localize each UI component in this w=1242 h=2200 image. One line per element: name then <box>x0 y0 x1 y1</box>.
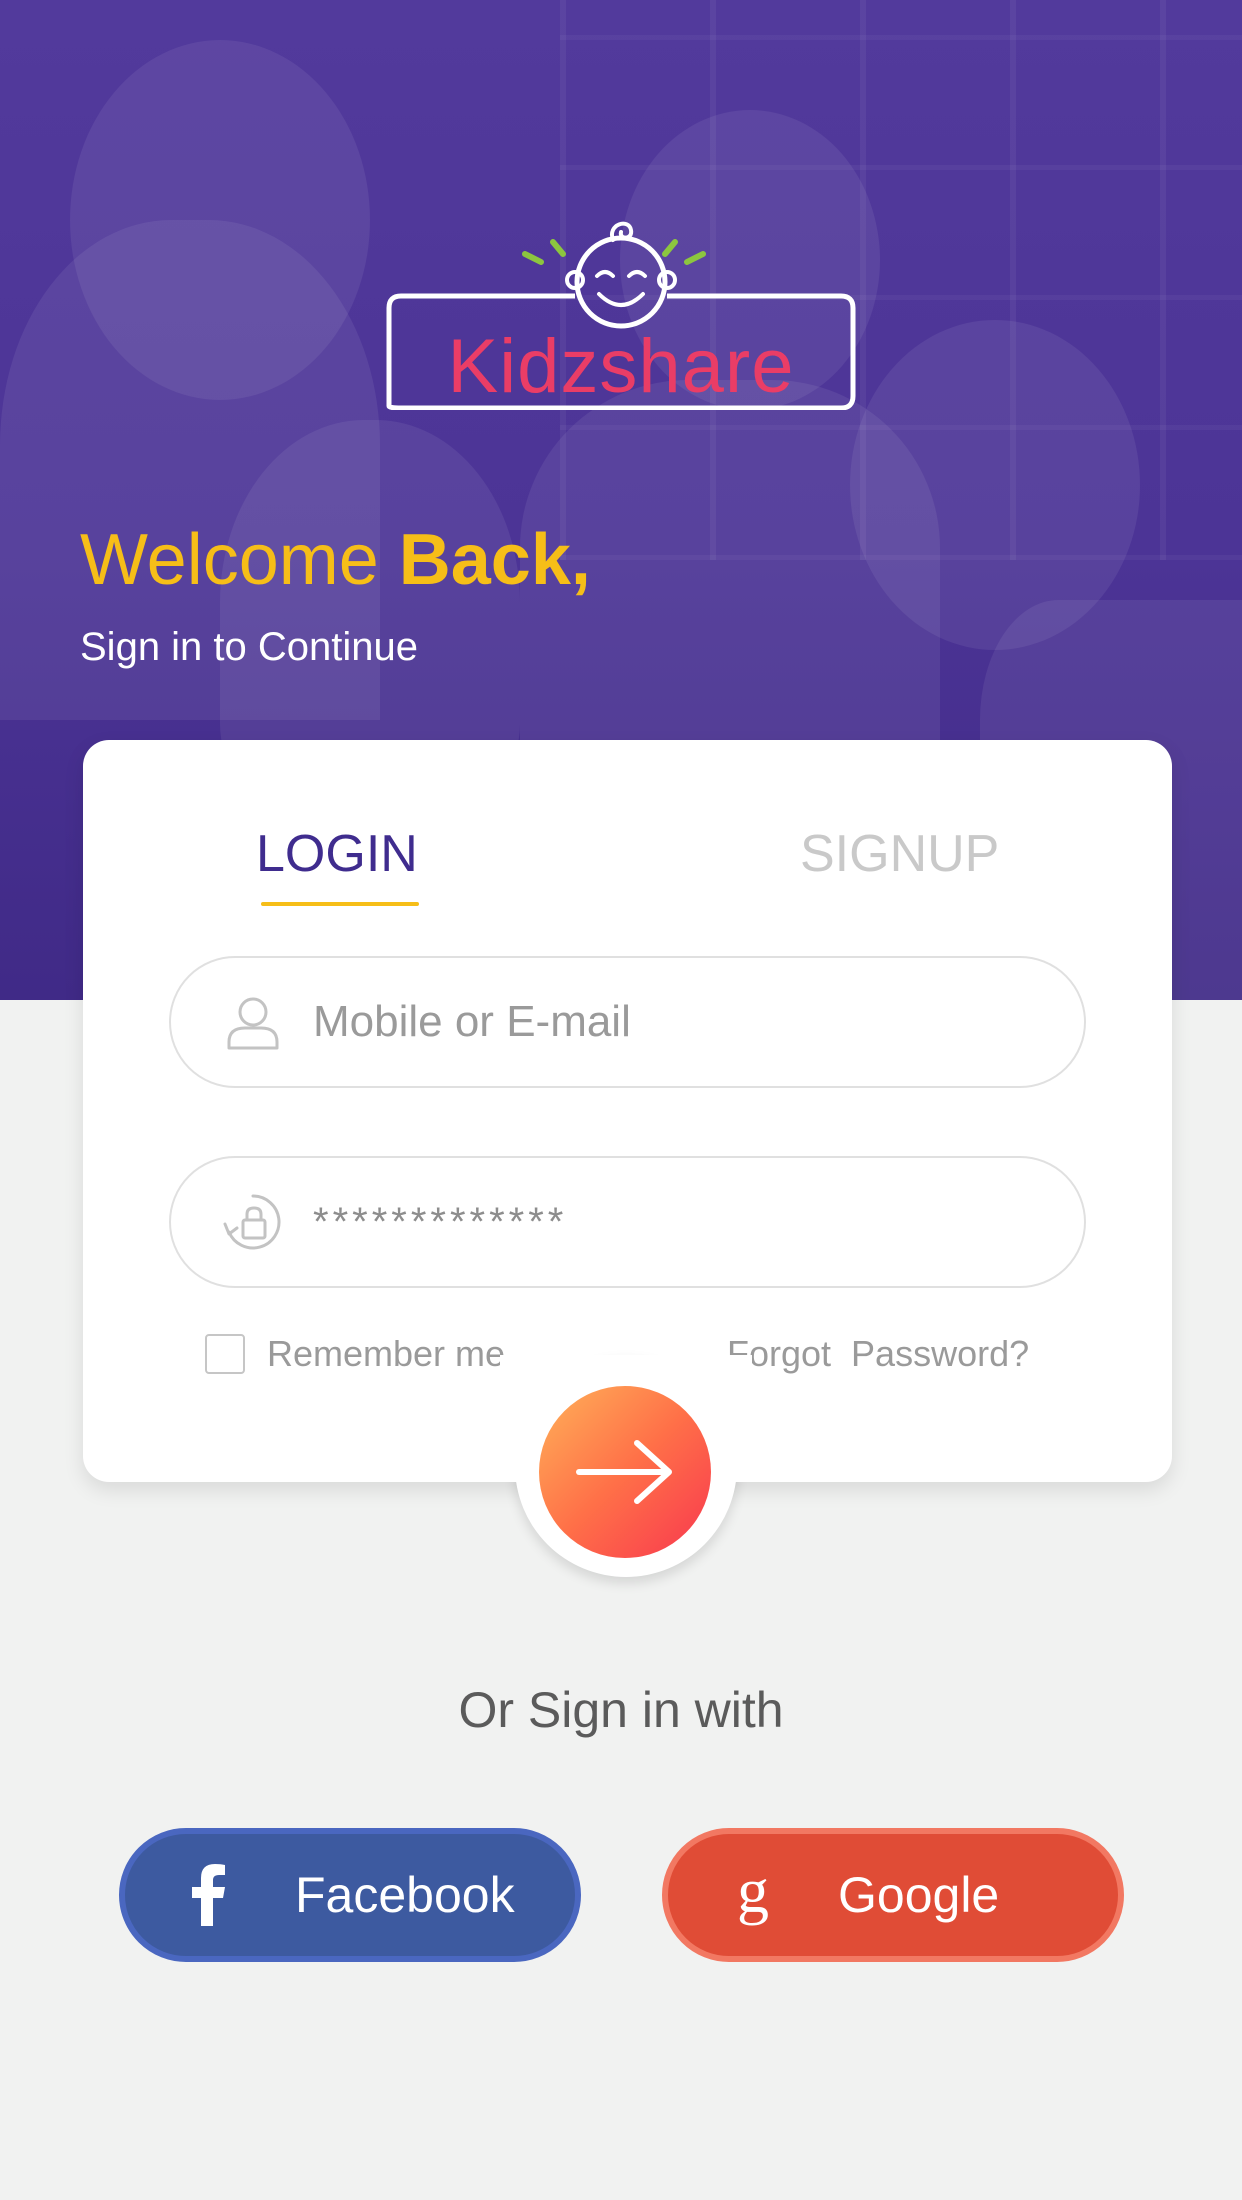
tab-login[interactable]: LOGIN <box>256 822 418 886</box>
facebook-icon <box>192 1864 225 1926</box>
login-screen: Kidzshare Welcome Back, Sign in to Conti… <box>0 0 1242 2200</box>
password-field[interactable] <box>169 1156 1086 1288</box>
active-tab-indicator <box>261 902 419 906</box>
password-input[interactable] <box>313 1182 1084 1262</box>
google-icon: g <box>737 1860 769 1926</box>
remember-me: Remember me <box>205 1332 505 1376</box>
forgot-password-link[interactable]: Forgot Password? <box>727 1332 1029 1376</box>
kidzshare-logo: Kidzshare <box>385 210 857 410</box>
welcome-prefix: Welcome <box>80 520 399 600</box>
facebook-signin-button[interactable]: Facebook <box>119 1828 581 1962</box>
username-input[interactable] <box>313 982 1084 1062</box>
welcome-strong: Back, <box>398 520 591 600</box>
welcome-heading: Welcome Back, <box>80 515 591 605</box>
google-label: Google <box>838 1867 1000 1923</box>
remember-me-checkbox[interactable] <box>205 1334 245 1374</box>
remember-me-label[interactable]: Remember me <box>267 1332 505 1376</box>
login-submit-button[interactable] <box>539 1386 711 1558</box>
welcome-subtitle: Sign in to Continue <box>80 625 419 669</box>
social-signin-heading: Or Sign in with <box>458 1682 784 1738</box>
facebook-label: Facebook <box>295 1867 515 1923</box>
svg-text:g: g <box>737 1860 769 1926</box>
tab-signup[interactable]: SIGNUP <box>800 822 999 886</box>
lock-refresh-icon <box>223 1194 281 1250</box>
arrow-right-icon <box>576 1440 672 1504</box>
google-signin-button[interactable]: g Google <box>662 1828 1124 1962</box>
user-icon <box>227 997 279 1050</box>
logo-wordmark: Kidzshare <box>447 324 795 409</box>
username-field[interactable] <box>169 956 1086 1088</box>
